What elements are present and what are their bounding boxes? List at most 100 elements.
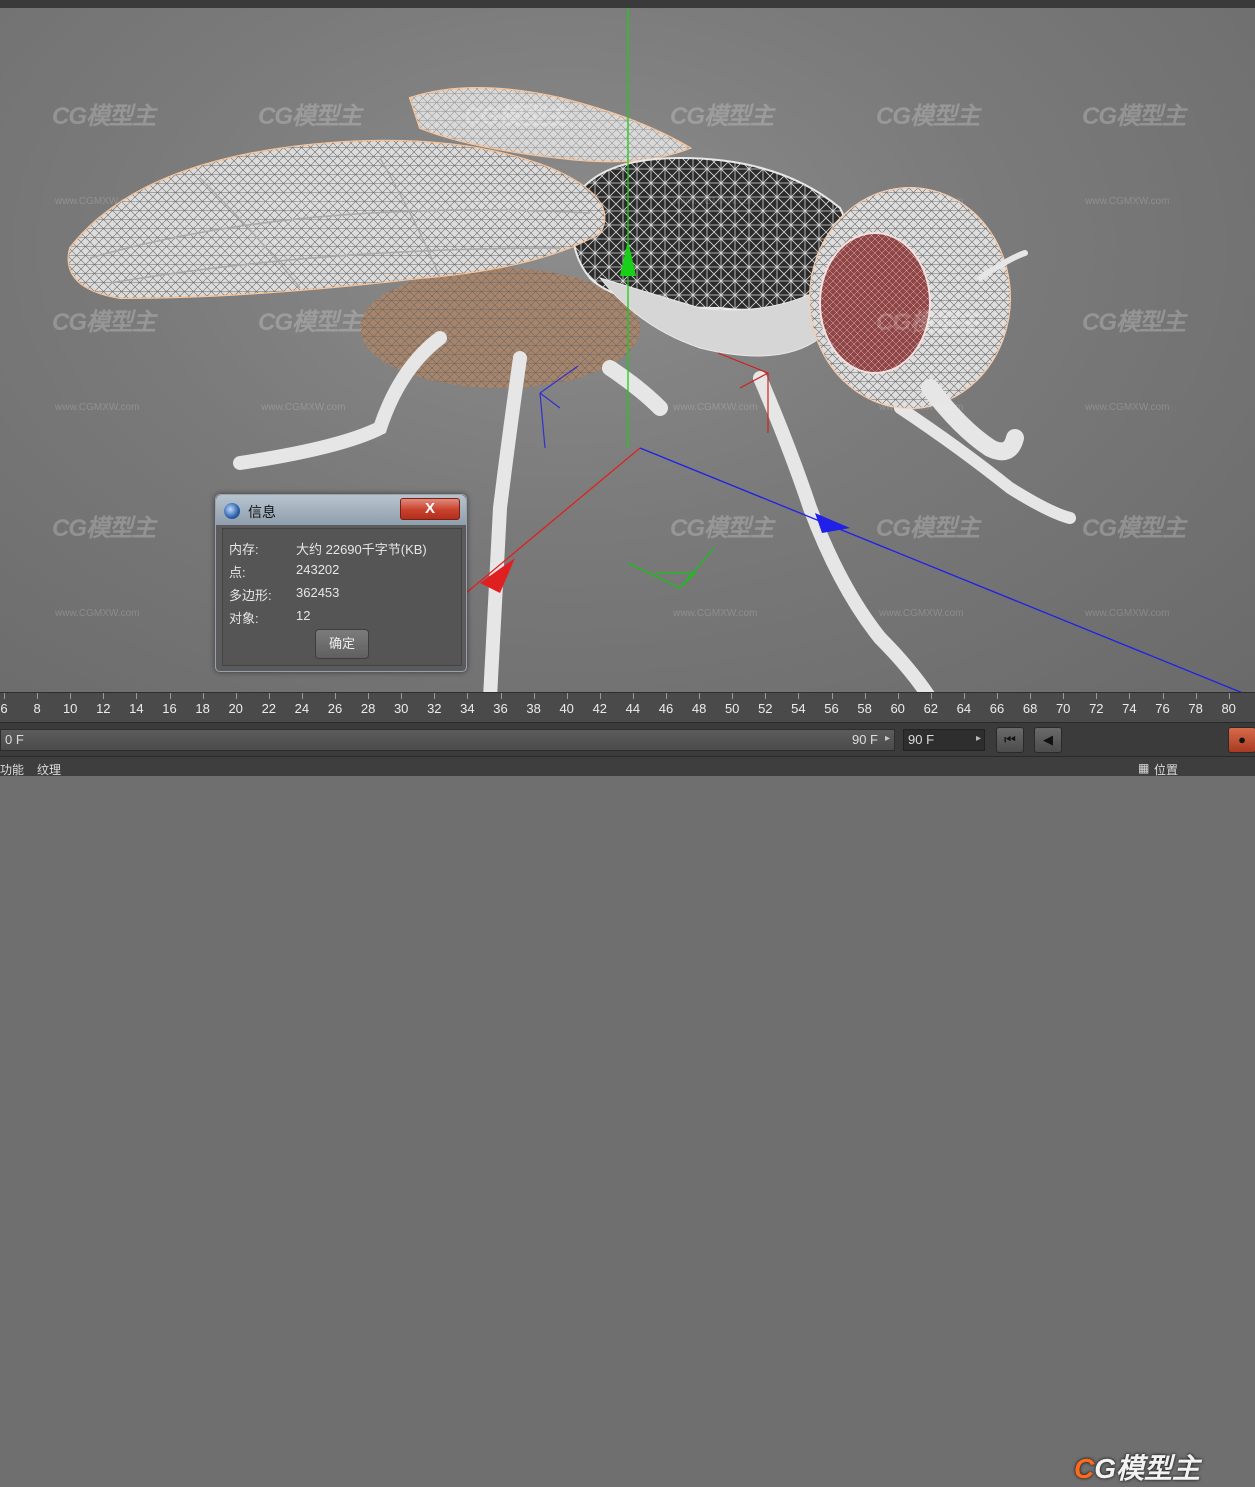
watermark-url: www.CGMXW.com	[261, 402, 346, 413]
watermark: CG模型主	[464, 103, 568, 130]
bottom-menu-bar: 功能 纹理 ▦ 位置	[0, 756, 1255, 778]
watermark: CG模型主	[1082, 103, 1186, 130]
range-start: 0 F	[5, 732, 24, 747]
ruler-tick-mark	[1129, 693, 1131, 699]
ruler-tick-label: 74	[1122, 701, 1137, 716]
ruler-tick-label: 38	[526, 701, 541, 716]
timeline-ruler[interactable]: 6 8 10 12 14 16 18 20 22 24 26 28 30 32 34 36 38 40 42 44 46…	[0, 692, 1255, 723]
ruler-tick-label: 40	[559, 701, 574, 716]
ruler-tick-label: 14	[129, 701, 144, 716]
3d-viewport[interactable]: CG模型主 CG模型主 CG模型主 CG模型主 CG模型主 CG模型主 www.…	[0, 8, 1255, 692]
watermark: CG模型主	[258, 309, 362, 336]
dialog-body: 内存: 大约 22690千字节(KB) 点: 243202 多边形: 36245…	[222, 528, 462, 666]
watermark-url: www.CGMXW.com	[879, 608, 964, 619]
ruler-tick-mark	[301, 693, 303, 699]
menu-texture[interactable]: 纹理	[37, 761, 61, 778]
dialog-titlebar[interactable]: 信息 X	[216, 495, 466, 525]
range-end: 90 F	[851, 732, 878, 747]
ruler-tick-label: 12	[96, 701, 111, 716]
ruler-tick-label: 68	[1022, 701, 1038, 716]
watermark-url: www.CGMXW.com	[261, 196, 346, 207]
ruler-tick-mark	[599, 693, 601, 699]
ruler-tick-label: 80	[1221, 701, 1236, 716]
ruler-tick-label: 36	[493, 701, 508, 716]
watermark-url: www.CGMXW.com	[1085, 402, 1170, 413]
watermark-url: www.CGMXW.com	[879, 402, 964, 413]
time-controls: 0 F 90 F ▸ 90 F ▸ ⏮ ◀ ● CG模型主	[0, 722, 1255, 1484]
watermark-url: www.CGMXW.com	[55, 402, 140, 413]
watermark: CG模型主	[876, 309, 980, 336]
ruler-tick-mark	[997, 693, 998, 699]
ruler-tick-label: 16	[162, 701, 177, 716]
ruler-tick-mark	[136, 693, 138, 699]
ruler-tick-mark	[798, 693, 800, 699]
ruler-tick-mark	[765, 693, 767, 699]
ruler-tick-mark	[268, 693, 270, 699]
ruler-tick-label: 34	[460, 701, 475, 716]
spinner-icon[interactable]: ▸	[976, 733, 981, 744]
brand-logo-watermark: CG模型主	[1074, 1453, 1201, 1484]
ok-button[interactable]: 确定	[315, 629, 369, 659]
ruler-tick-label: 24	[294, 701, 310, 716]
ruler-tick-mark	[1063, 693, 1065, 699]
ruler-tick-label: 50	[724, 701, 740, 716]
polygons-value: 362453	[296, 585, 340, 600]
ruler-tick-label: 6	[0, 701, 8, 716]
ruler-tick-mark	[831, 693, 833, 699]
ruler-tick-label: 66	[989, 701, 1005, 716]
previous-key-button[interactable]: ◀	[1034, 727, 1062, 753]
max-frame-value: 90 F	[908, 732, 935, 747]
ruler-tick-mark	[897, 693, 899, 699]
ruler-tick-label: 20	[228, 701, 243, 716]
cinema4d-app-icon	[224, 503, 240, 519]
ruler-tick-mark	[202, 693, 204, 699]
ruler-tick-label: 30	[393, 701, 409, 716]
ruler-tick-label: 42	[592, 701, 608, 716]
ruler-tick-mark	[401, 693, 403, 699]
ruler-tick-label: 22	[261, 701, 277, 716]
ruler-tick-mark	[963, 693, 965, 699]
watermark-url: www.CGMXW.com	[1085, 608, 1170, 619]
go-to-start-button[interactable]: ⏮	[996, 727, 1024, 753]
ruler-tick-mark	[70, 693, 72, 699]
points-label: 点:	[229, 565, 246, 580]
watermark: CG模型主	[876, 103, 980, 130]
watermark: CG模型主	[1082, 309, 1186, 336]
ruler-tick-mark	[732, 693, 734, 699]
points-value: 243202	[296, 562, 340, 577]
ruler-tick-label: 60	[890, 701, 905, 716]
ruler-tick-mark	[335, 693, 336, 699]
ruler-tick-mark	[169, 693, 171, 699]
watermark: CG模型主	[670, 103, 774, 130]
watermark: CG模型主	[52, 309, 156, 336]
ruler-tick-label: 62	[923, 701, 939, 716]
ruler-tick-mark	[930, 693, 932, 699]
watermark: CG模型主	[670, 515, 774, 542]
watermark: CG模型主	[258, 103, 362, 130]
ruler-tick-mark	[434, 693, 436, 699]
watermark: CG模型主	[52, 515, 156, 542]
max-frame-field[interactable]: 90 F ▸	[903, 729, 985, 751]
watermark-url: www.CGMXW.com	[55, 608, 140, 619]
watermark-url: www.CGMXW.com	[1085, 196, 1170, 207]
close-button[interactable]: X	[400, 498, 460, 520]
menu-functions[interactable]: 功能	[0, 761, 24, 778]
watermark-url: www.CGMXW.com	[879, 196, 964, 207]
record-button[interactable]: ●	[1228, 727, 1255, 753]
watermark: CG模型主	[52, 103, 156, 130]
ruler-tick-mark	[37, 693, 39, 699]
ruler-tick-mark	[4, 693, 5, 699]
ruler-tick-label: 52	[758, 701, 773, 716]
watermark-url: www.CGMXW.com	[673, 608, 758, 619]
ruler-tick-mark	[566, 693, 568, 699]
frame-range-slider[interactable]: 0 F 90 F ▸	[0, 729, 895, 751]
ruler-tick-mark	[1162, 693, 1164, 699]
range-arrow-icon[interactable]: ▸	[885, 733, 890, 744]
ruler-tick-label: 10	[62, 701, 78, 716]
ruler-tick-label: 70	[1055, 701, 1071, 716]
ruler-tick-label: 58	[857, 701, 872, 716]
ruler-tick-mark	[1030, 693, 1032, 699]
ruler-tick-label: 54	[791, 701, 806, 716]
position-label: 位置	[1154, 763, 1179, 777]
watermark-url: www.CGMXW.com	[467, 196, 552, 207]
